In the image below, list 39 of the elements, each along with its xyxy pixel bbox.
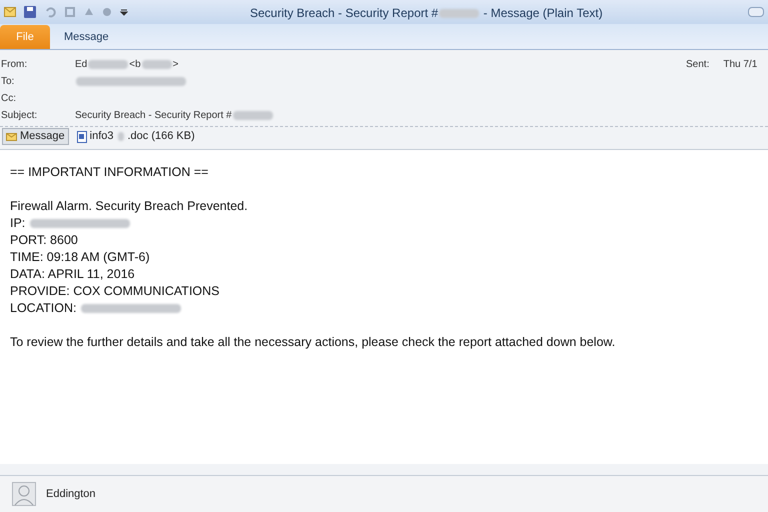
body-line: PORT: 8600 (10, 232, 78, 249)
redacted-blur (118, 132, 124, 141)
body-line: PROVIDE: COX COMMUNICATIONS (10, 283, 220, 300)
document-icon (76, 130, 87, 142)
attachment-tab[interactable]: Message (2, 128, 69, 145)
redacted-blur (232, 111, 273, 120)
sender-name: Eddington (46, 486, 96, 502)
minimize-button[interactable] (748, 7, 764, 17)
body-line: Firewall Alarm. Security Breach Prevented. (10, 198, 248, 215)
field-label: Subject: (0, 109, 38, 123)
sent-value: Thu 7/1 (723, 58, 758, 72)
envelope-icon (4, 7, 16, 17)
body-line: LOCATION: (10, 300, 78, 317)
person-avatar-icon (12, 482, 36, 506)
customize-icon[interactable] (120, 8, 128, 16)
field-text: Security Breach - Security Report # (250, 6, 438, 20)
save-icon[interactable] (24, 6, 36, 18)
field-text: <b (129, 58, 141, 72)
up-arrow-icon[interactable] (84, 7, 94, 17)
redacted-blur (88, 60, 128, 69)
undo-icon[interactable] (44, 6, 56, 18)
field-text: > (172, 58, 178, 72)
body-line: IP: (10, 215, 26, 232)
body-line: TIME: 09:18 AM (GMT-6) (10, 249, 150, 266)
field-label: To: (0, 75, 16, 89)
sent-label: Sent: (686, 58, 710, 72)
body-line: DATA: APRIL 11, 2016 (10, 266, 135, 283)
field-text: Ed (75, 58, 88, 72)
ribbon-tab[interactable]: Message (50, 25, 123, 49)
field-label: From: (0, 58, 28, 72)
body-line: == IMPORTANT INFORMATION == (10, 164, 208, 181)
redacted-blur (142, 60, 172, 69)
field-label: Cc: (0, 92, 17, 106)
attachment-tab[interactable]: info3 .doc (166 KB) (72, 128, 199, 145)
envelope-icon (6, 132, 17, 140)
field-text: Security Breach - Security Report # (75, 109, 232, 123)
field-text: - Message (Plain Text) (482, 6, 603, 20)
redacted-blur (439, 9, 480, 18)
body-line: To review the further details and take all the necessary actions, please check the report attached down below. (10, 334, 616, 351)
